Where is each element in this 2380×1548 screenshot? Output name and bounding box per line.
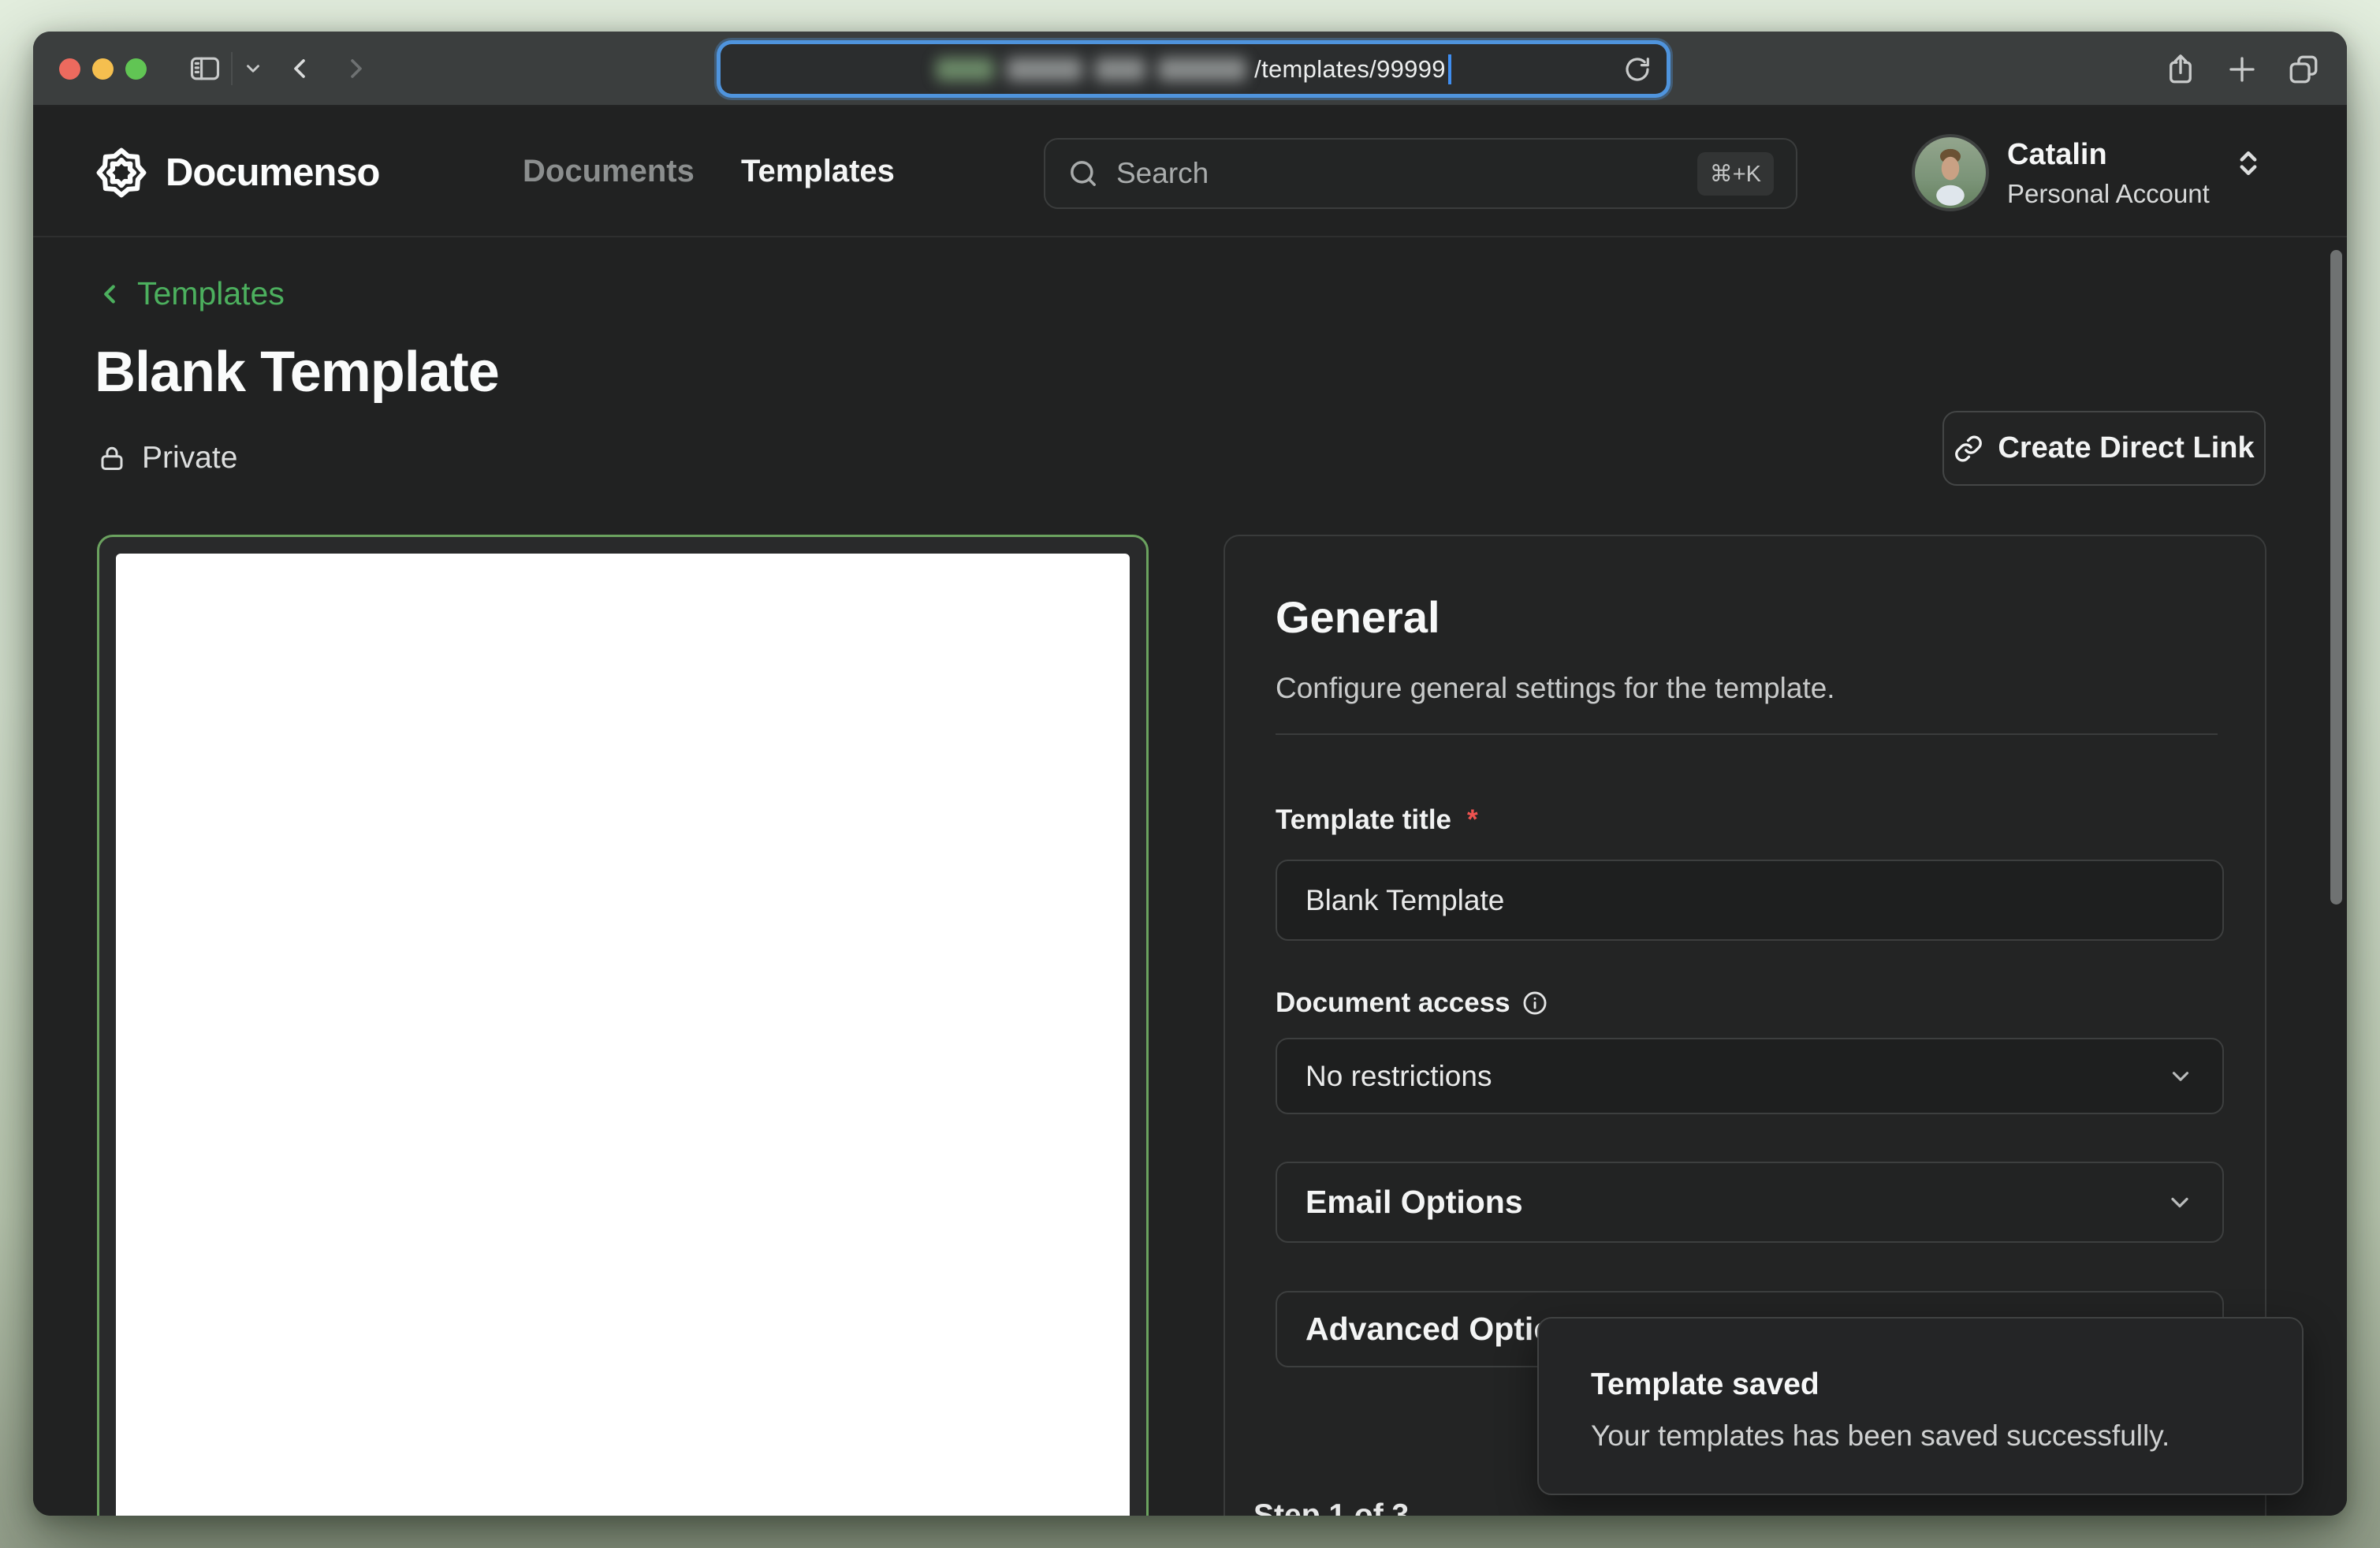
vertical-scrollbar-thumb[interactable] xyxy=(2330,250,2342,905)
info-icon[interactable] xyxy=(1521,990,1548,1016)
documenso-logo-icon xyxy=(95,146,148,200)
url-path-text: /templates/99999 xyxy=(1254,55,1446,84)
traffic-light-close[interactable] xyxy=(59,58,80,80)
sidebar-toggle-button[interactable] xyxy=(188,51,222,86)
text-caret xyxy=(1448,54,1451,84)
template-title-value: Blank Template xyxy=(1305,884,1504,917)
visibility-row: Private xyxy=(98,441,237,476)
chevron-down-icon xyxy=(2166,1188,2194,1217)
email-options-label: Email Options xyxy=(1305,1184,1523,1221)
tab-overview-button[interactable] xyxy=(2287,53,2320,86)
chevron-down-icon xyxy=(2167,1063,2194,1090)
breadcrumb-label: Templates xyxy=(137,275,285,312)
browser-toolbar: /templates/99999 xyxy=(33,32,2347,106)
app-header: Documenso Documents Templates Search ⌘+K… xyxy=(33,106,2347,237)
chevron-left-icon xyxy=(95,279,125,309)
reload-button[interactable] xyxy=(1622,54,1652,84)
toast-notification: Template saved Your templates has been s… xyxy=(1537,1317,2304,1495)
toolbar-separator xyxy=(231,52,233,85)
app-content: Documenso Documents Templates Search ⌘+K… xyxy=(33,106,2347,1516)
search-placeholder: Search xyxy=(1116,157,1209,190)
document-access-select[interactable]: No restrictions xyxy=(1276,1038,2224,1114)
document-access-value: No restrictions xyxy=(1305,1060,1492,1093)
chevrons-up-down-icon[interactable] xyxy=(2231,146,2266,181)
forward-button[interactable] xyxy=(341,53,372,84)
nav-templates[interactable]: Templates xyxy=(741,154,895,189)
brand-name: Documenso xyxy=(166,151,379,195)
visibility-label: Private xyxy=(142,441,237,476)
traffic-light-zoom[interactable] xyxy=(125,58,147,80)
toast-message: Your templates has been saved successful… xyxy=(1591,1419,2170,1453)
lock-icon xyxy=(98,444,126,472)
email-options-toggle[interactable]: Email Options xyxy=(1276,1162,2224,1243)
document-preview-page xyxy=(116,554,1130,1516)
blurred-url-segment xyxy=(936,58,1246,81)
toast-title: Template saved xyxy=(1591,1367,1819,1402)
url-field[interactable]: /templates/99999 xyxy=(721,44,1667,94)
create-direct-link-label: Create Direct Link xyxy=(1998,431,2254,465)
create-direct-link-button[interactable]: Create Direct Link xyxy=(1942,411,2266,486)
template-title-label: Template title* xyxy=(1276,804,1478,836)
nav-documents[interactable]: Documents xyxy=(523,154,695,189)
sidebar-menu-chevron-icon[interactable] xyxy=(243,58,263,79)
traffic-light-minimize[interactable] xyxy=(92,58,114,80)
avatar[interactable] xyxy=(1912,134,1989,211)
new-tab-button[interactable] xyxy=(2225,53,2259,86)
account-name: Catalin xyxy=(2007,138,2107,172)
search-shortcut-badge: ⌘+K xyxy=(1697,152,1774,196)
step-indicator: Step 1 of 3 xyxy=(1253,1498,1409,1516)
required-asterisk: * xyxy=(1467,804,1478,836)
share-button[interactable] xyxy=(2164,53,2197,86)
back-button[interactable] xyxy=(284,53,315,84)
section-title: General xyxy=(1276,591,1440,643)
section-description: Configure general settings for the templ… xyxy=(1276,672,1835,705)
breadcrumb-back-link[interactable]: Templates xyxy=(95,275,285,312)
page-title: Blank Template xyxy=(95,340,499,405)
link-icon xyxy=(1954,434,1983,464)
document-access-label: Document access xyxy=(1276,987,1548,1019)
template-title-input[interactable]: Blank Template xyxy=(1276,860,2224,941)
search-input[interactable]: Search ⌘+K xyxy=(1044,138,1797,209)
browser-window: /templates/99999 xyxy=(33,32,2347,1516)
section-divider xyxy=(1276,733,2218,735)
brand-logo[interactable]: Documenso xyxy=(95,146,379,200)
document-preview-card xyxy=(97,535,1149,1516)
account-type: Personal Account xyxy=(2007,179,2210,209)
search-icon xyxy=(1067,158,1099,189)
